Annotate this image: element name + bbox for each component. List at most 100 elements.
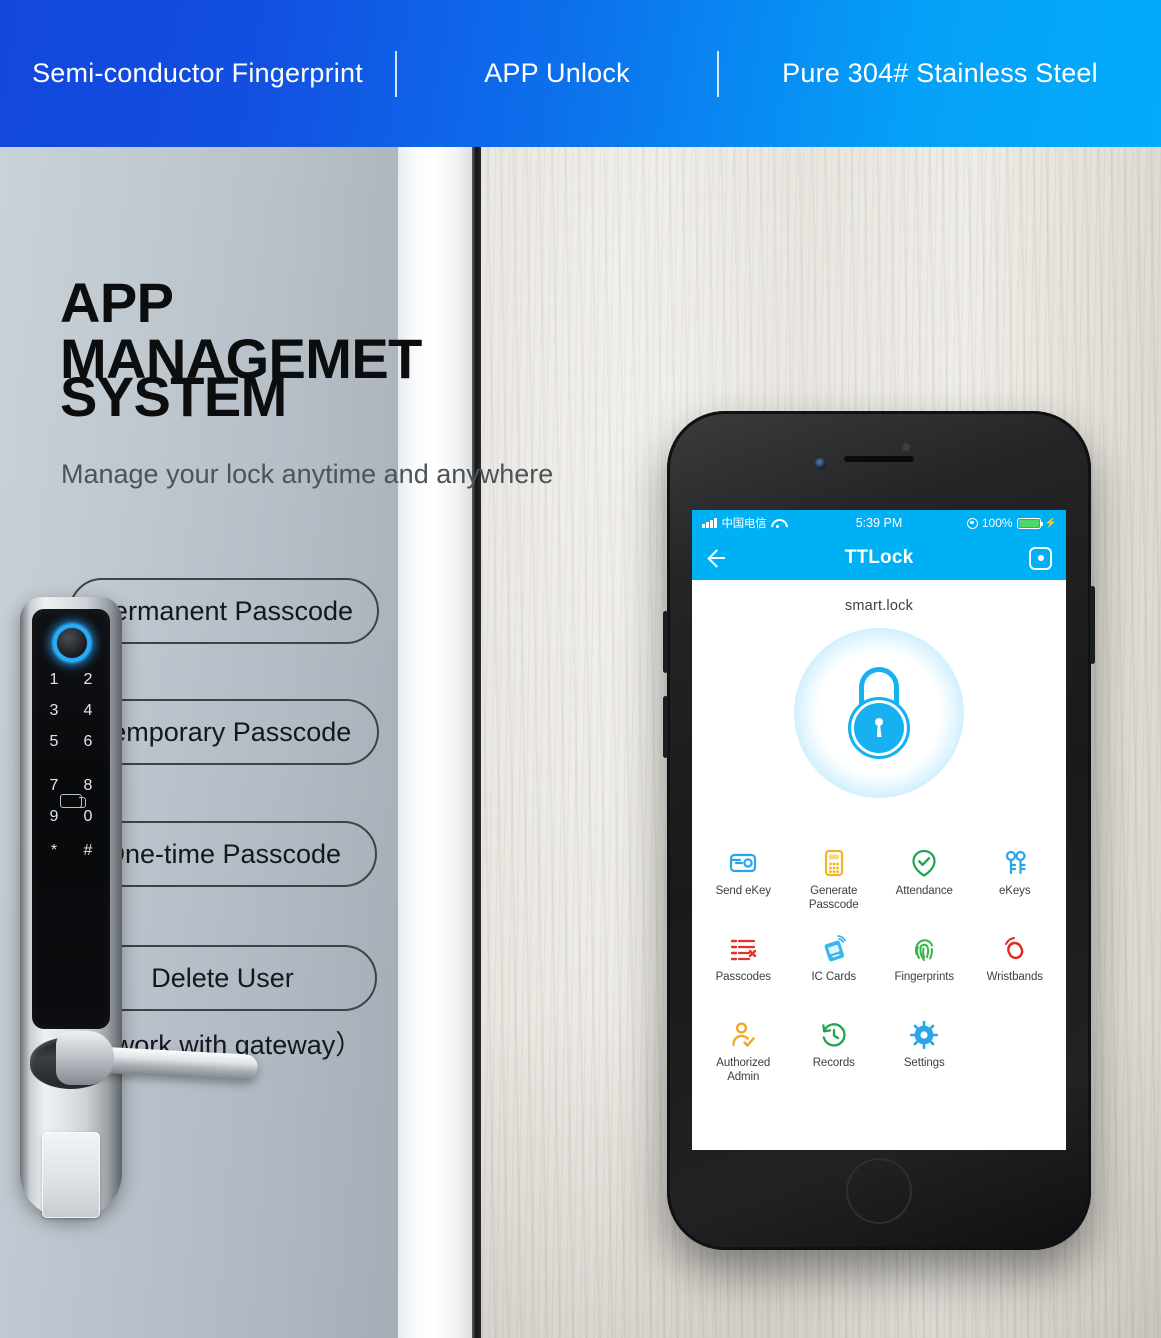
- keypad-key[interactable]: 1: [42, 671, 66, 689]
- power-button[interactable]: [1090, 586, 1095, 664]
- lock-status-graphic[interactable]: [794, 628, 964, 798]
- feature-banner: Semi-conductor Fingerprint APP Unlock Pu…: [0, 0, 1161, 147]
- status-time: 5:39 PM: [855, 516, 903, 530]
- volume-down-button[interactable]: [663, 696, 668, 758]
- status-bar: 中国电信 5:39 PM 100% ⚡: [692, 510, 1066, 536]
- status-left: 中国电信: [702, 515, 784, 531]
- handle-neck: [56, 1031, 114, 1085]
- rotation-lock-icon: [966, 517, 978, 529]
- earpiece-speaker: [844, 456, 914, 462]
- smartphone: 中国电信 5:39 PM 100% ⚡ TTLock smart.lock Se…: [663, 411, 1095, 1250]
- attendance-check-icon: [909, 848, 939, 878]
- grid-label: Wristbands: [986, 971, 1043, 983]
- wristband-icon: [1000, 934, 1030, 964]
- app-feature-grid: Send eKey Generate Passcode Attendance e…: [692, 848, 1066, 1098]
- keypad-key[interactable]: *: [42, 842, 66, 860]
- app-title: TTLock: [844, 547, 914, 568]
- fingerprint-sensor[interactable]: [57, 628, 87, 658]
- grid-item-records[interactable]: Records: [789, 1020, 880, 1098]
- keypad-key[interactable]: 2: [76, 671, 100, 689]
- banner-item-stainless-steel: Pure 304# Stainless Steel: [782, 58, 1098, 88]
- grid-label: Records: [812, 1057, 855, 1069]
- grid-item-send-ekey[interactable]: Send eKey: [698, 848, 789, 926]
- keypad-key[interactable]: 9: [42, 808, 66, 826]
- grid-item-authorized-admin[interactable]: Authorized Admin: [698, 1020, 789, 1098]
- lock-touch-panel: 1 2 3 4 5 6 7 8 9 0 * #: [32, 609, 110, 1029]
- keypad-key[interactable]: 3: [42, 702, 66, 720]
- wifi-icon: [771, 518, 784, 528]
- grid-label: Passcodes: [715, 971, 771, 983]
- grid-item-ic-cards[interactable]: IC Cards: [789, 934, 880, 1012]
- marketing-banner-page: Semi-conductor Fingerprint APP Unlock Pu…: [0, 0, 1161, 1338]
- keypad-row: 5 6: [42, 733, 100, 751]
- home-button[interactable]: [846, 1158, 912, 1224]
- ic-card-icon: [819, 934, 849, 964]
- keypad-row: 3 4: [42, 702, 100, 720]
- grid-label-text: Generate Passcode: [808, 885, 859, 912]
- grid-label: eKeys: [999, 885, 1031, 897]
- page-title-line2: SYSTEM: [60, 365, 287, 428]
- keypad-key[interactable]: 5: [42, 733, 66, 751]
- front-camera-icon: [815, 458, 826, 469]
- keypad-key[interactable]: 4: [76, 702, 100, 720]
- keypad-key[interactable]: 6: [76, 733, 100, 751]
- keypad-row: 7 8: [42, 777, 100, 795]
- grid-label: Authorized Admin: [716, 1056, 770, 1084]
- smart-lock-device: 1 2 3 4 5 6 7 8 9 0 * #: [20, 597, 259, 1218]
- proximity-sensor: [902, 443, 910, 451]
- keypad-key[interactable]: 0: [76, 808, 100, 826]
- generate-passcode-icon: [819, 848, 849, 878]
- grid-label-text: Authorized Admin: [716, 1057, 771, 1084]
- battery-icon: [1016, 517, 1044, 529]
- records-clock-icon: [819, 1020, 849, 1050]
- grid-item-ekeys[interactable]: eKeys: [970, 848, 1061, 926]
- grid-label: IC Cards: [811, 971, 857, 983]
- phone-screen: 中国电信 5:39 PM 100% ⚡ TTLock smart.lock Se…: [692, 510, 1066, 1150]
- status-right: 100% ⚡: [966, 516, 1057, 530]
- keypad-row: * #: [42, 842, 100, 860]
- send-ekey-icon: [728, 848, 758, 878]
- grid-item-attendance[interactable]: Attendance: [879, 848, 970, 926]
- settings-hex-icon[interactable]: [1029, 546, 1052, 570]
- volume-up-button[interactable]: [663, 611, 668, 673]
- authorized-admin-icon: [728, 1020, 758, 1050]
- grid-item-empty: [970, 1020, 1061, 1098]
- grid-item-wristbands[interactable]: Wristbands: [970, 934, 1061, 1012]
- settings-gear-icon: [909, 1020, 939, 1050]
- keypad-key[interactable]: 7: [42, 777, 66, 795]
- keyhole-icon: [873, 718, 885, 738]
- lock-name-label: smart.lock: [844, 598, 914, 614]
- app-navigation-bar: TTLock: [692, 536, 1066, 580]
- charging-bolt-icon: ⚡: [1044, 517, 1057, 529]
- door-seam: [472, 147, 481, 1338]
- grid-label: Fingerprints: [894, 971, 955, 983]
- passcodes-list-icon: [728, 934, 758, 964]
- grid-label: Settings: [903, 1057, 945, 1069]
- rfid-card-icon: [60, 794, 86, 808]
- grid-label: Send eKey: [715, 885, 771, 897]
- ekeys-icon: [1000, 848, 1030, 878]
- fingerprint-icon: [909, 934, 939, 964]
- carrier-label: 中国电信: [721, 518, 767, 530]
- keypad-key[interactable]: 8: [76, 777, 100, 795]
- padlock-body: [848, 697, 910, 759]
- lock-card-pad: [42, 1132, 100, 1218]
- signal-bars-icon: [702, 518, 717, 528]
- banner-item-fingerprint: Semi-conductor Fingerprint: [32, 58, 363, 88]
- keypad-key[interactable]: #: [76, 842, 100, 860]
- padlock-icon: [842, 667, 916, 759]
- keypad-row: 1 2: [42, 671, 100, 689]
- grid-label: Attendance: [895, 885, 953, 897]
- app-content: smart.lock Send eKey Generate Passcode A…: [692, 580, 1066, 1150]
- grid-item-generate-passcode[interactable]: Generate Passcode: [789, 848, 880, 926]
- page-subtitle: Manage your lock anytime and anywhere: [61, 459, 554, 489]
- lock-keypad[interactable]: 1 2 3 4 5 6 7 8 9 0 * #: [42, 671, 100, 873]
- banner-item-app-unlock: APP Unlock: [484, 58, 630, 88]
- grid-item-passcodes[interactable]: Passcodes: [698, 934, 789, 1012]
- battery-percent-label: 100%: [981, 516, 1013, 530]
- back-arrow-icon[interactable]: [706, 547, 728, 569]
- phone-top-bezel: [667, 411, 1091, 511]
- grid-item-settings[interactable]: Settings: [879, 1020, 970, 1098]
- grid-item-fingerprints[interactable]: Fingerprints: [879, 934, 970, 1012]
- product-scene: APP MANAGEMET SYSTEM Manage your lock an…: [0, 147, 1161, 1338]
